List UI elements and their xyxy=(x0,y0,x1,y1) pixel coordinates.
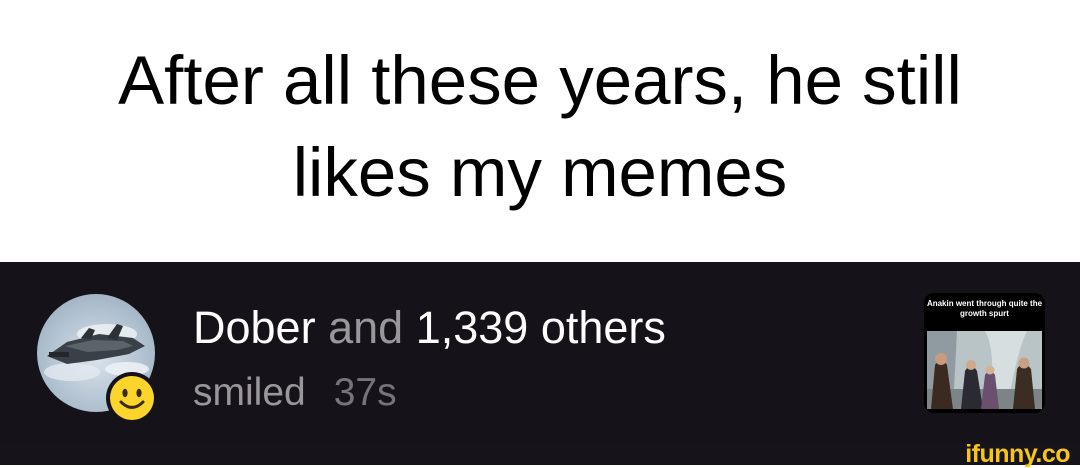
smile-emoji-icon xyxy=(106,372,158,424)
caption-line-1: After all these years, he still xyxy=(118,42,962,119)
notification-subline: smiled 37s xyxy=(193,369,397,417)
others-count[interactable]: 1,339 others xyxy=(416,302,666,353)
action-text: smiled xyxy=(193,371,306,414)
thumbnail-image xyxy=(927,331,1042,409)
conjunction-text: and xyxy=(328,302,404,353)
ifunny-watermark: ifunny.co xyxy=(965,440,1070,468)
caption-text: After all these years, he still likes my… xyxy=(40,35,1040,219)
user-name[interactable]: Dober xyxy=(193,302,316,353)
meme-caption: After all these years, he still likes my… xyxy=(0,0,1080,262)
notification-headline: Dober and 1,339 others xyxy=(193,300,666,356)
meme-thumbnail[interactable]: Anakin went through quite the growth spu… xyxy=(924,293,1045,413)
footer-bar xyxy=(0,443,1080,465)
caption-line-2: likes my memes xyxy=(292,134,788,211)
thumbnail-caption: Anakin went through quite the growth spu… xyxy=(926,299,1043,318)
timestamp: 37s xyxy=(333,371,397,414)
reaction-notification[interactable]: Dober and 1,339 others smiled 37s Anakin … xyxy=(0,262,1080,443)
